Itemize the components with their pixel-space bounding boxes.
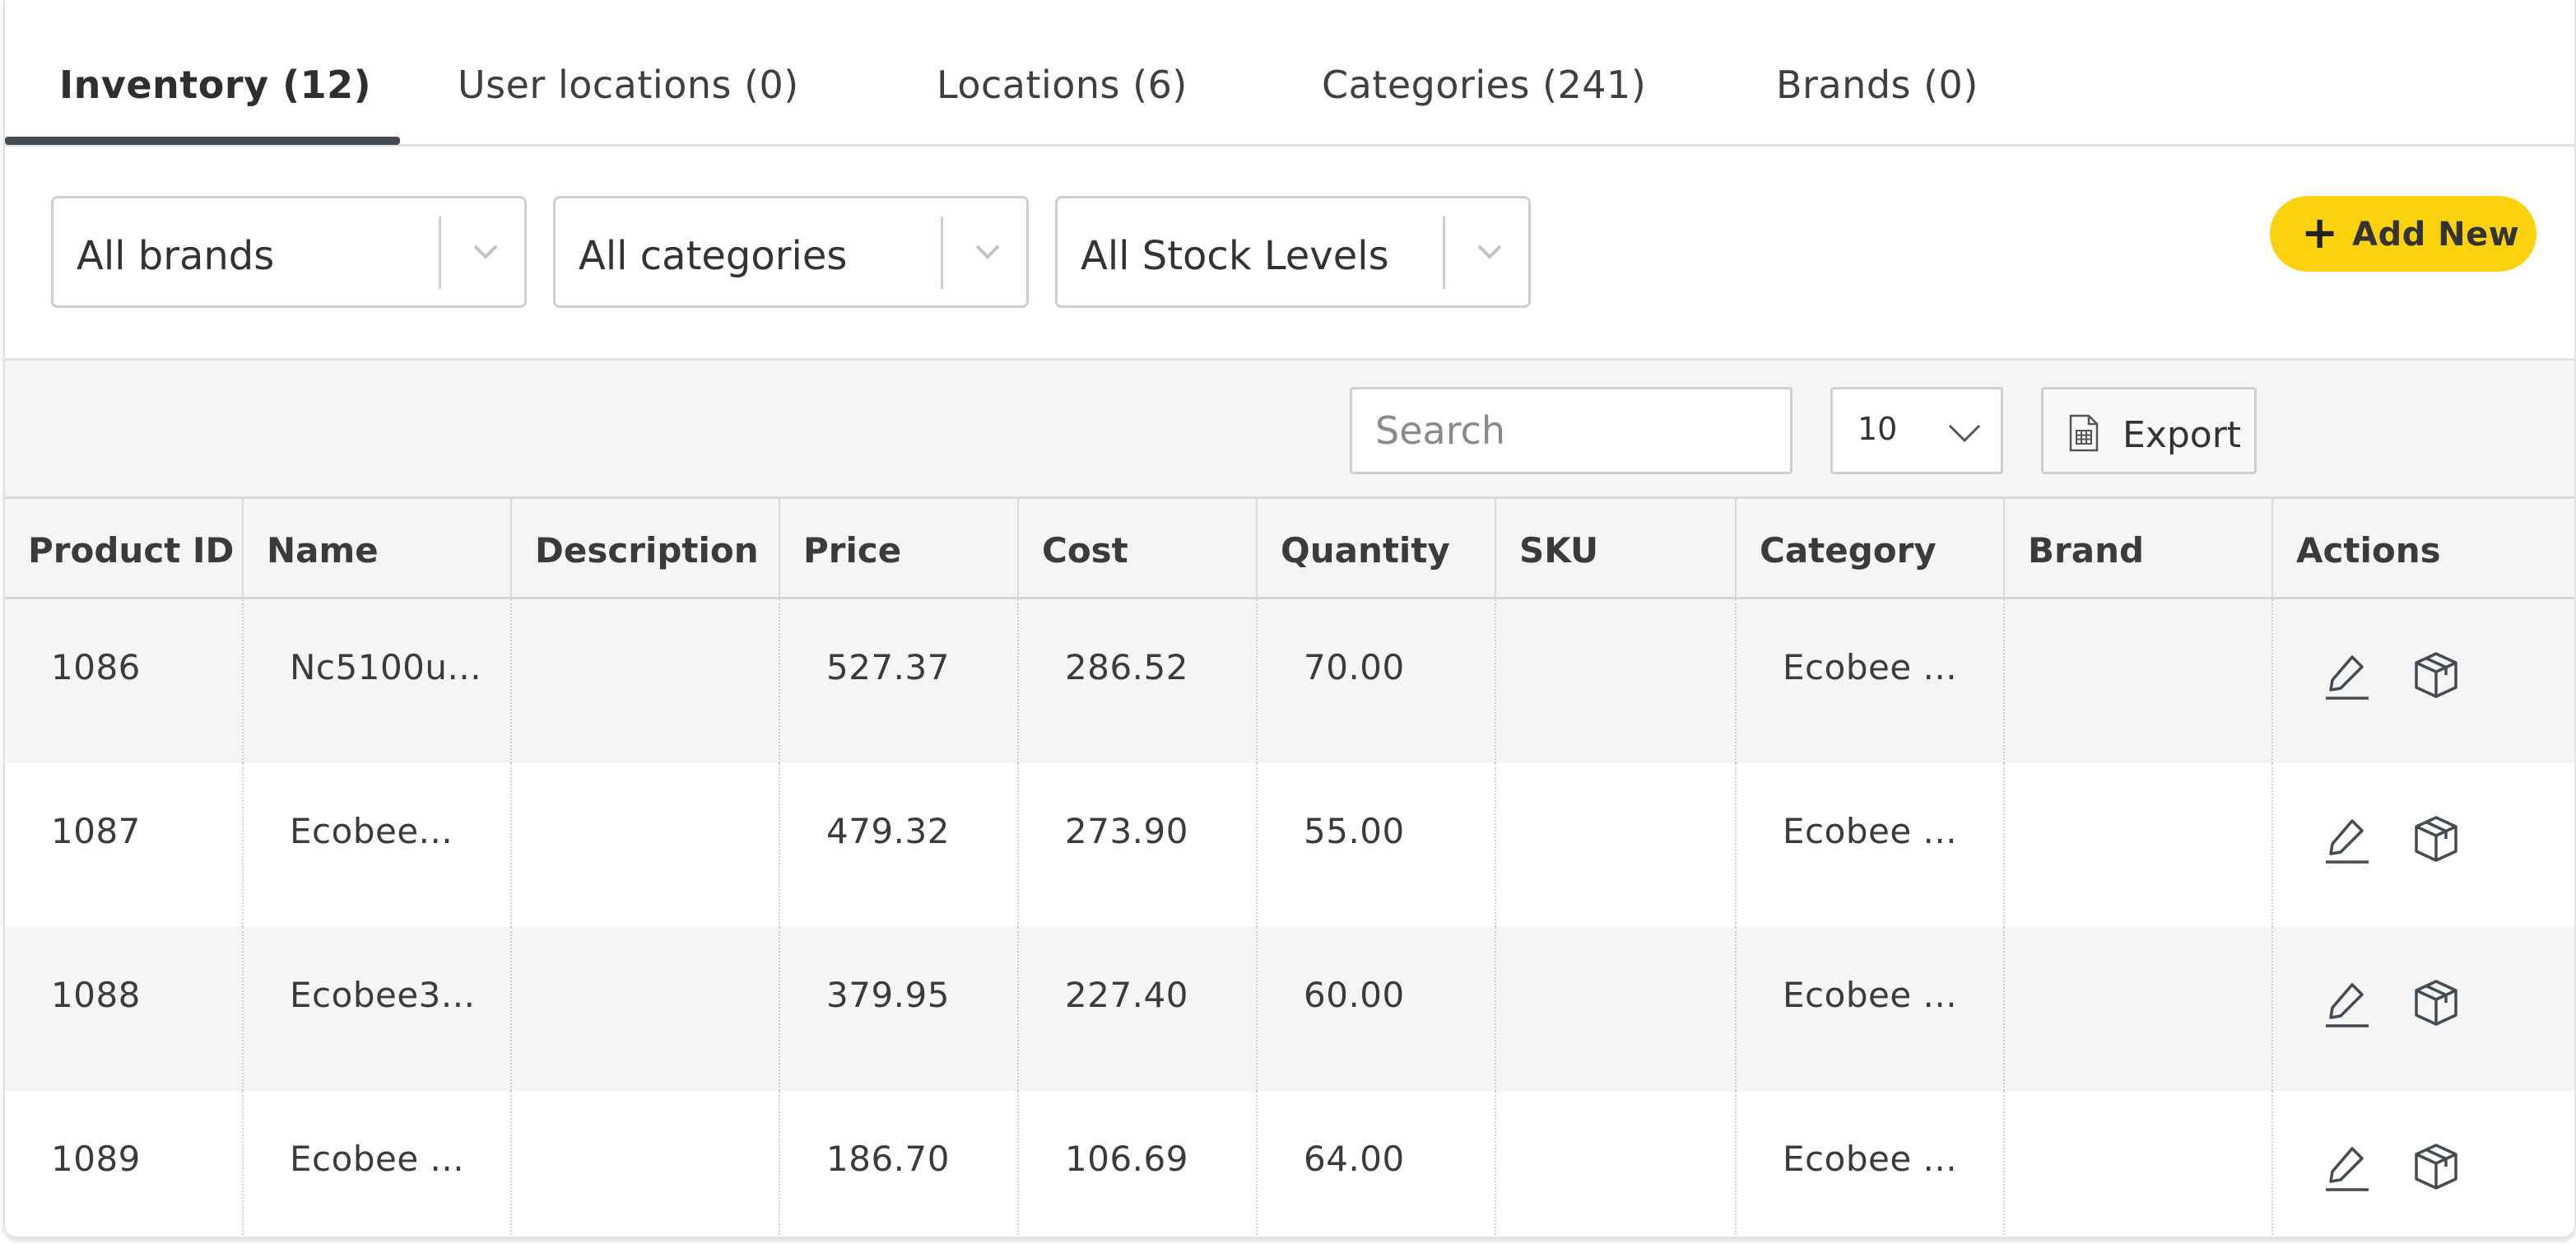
tab-brands[interactable]: Brands (0) [1776,63,1978,107]
stock-level-filter-value: All Stock Levels [1081,233,1389,279]
cell-price: 379.95 [780,927,1019,1091]
cell-quantity: 70.00 [1258,599,1496,763]
chevron-down-icon [1948,424,1981,443]
add-new-label: Add New [2352,216,2520,254]
table-row: 1089 Ecobee ... 186.70 106.69 64.00 Ecob… [5,1091,2574,1237]
cell-product-id: 1088 [5,927,244,1091]
page-size-select[interactable]: 10 [1830,387,2003,474]
cell-description [512,763,780,927]
column-header-sku[interactable]: SKU [1496,499,1737,599]
table-toolbar: 10 Export [5,361,2574,499]
cell-cost: 273.90 [1019,763,1258,927]
select-divider [439,217,441,289]
plus-icon: + [2301,207,2339,259]
pencil-icon[interactable] [2321,976,2374,1029]
cell-cost: 286.52 [1019,599,1258,763]
cell-cost: 227.40 [1019,927,1258,1091]
column-header-price[interactable]: Price [780,499,1019,599]
cell-description [512,1091,780,1237]
cell-category: Ecobee ... [1737,763,2005,927]
box-icon[interactable] [2410,649,2462,701]
box-icon[interactable] [2410,1140,2462,1193]
table-header: Product ID Name Description Price Cost Q… [5,499,2574,599]
cell-sku [1496,1091,1737,1237]
cell-product-id: 1089 [5,1091,244,1237]
table-row: 1087 Ecobee... 479.32 273.90 55.00 Ecobe… [5,763,2574,927]
cell-quantity: 60.00 [1258,927,1496,1091]
column-header-product-id[interactable]: Product ID [5,499,244,599]
cell-name: Ecobee3... [244,927,512,1091]
cell-brand [2005,763,2273,927]
column-header-cost[interactable]: Cost [1019,499,1258,599]
tab-locations[interactable]: Locations (6) [937,63,1188,107]
cell-name: Nc5100u... [244,599,512,763]
cell-name: Ecobee... [244,763,512,927]
brand-filter-select[interactable]: All brands [51,196,527,308]
stock-level-filter-select[interactable]: All Stock Levels [1055,196,1531,308]
column-header-actions: Actions [2296,530,2441,571]
cell-quantity: 55.00 [1258,763,1496,927]
box-icon[interactable] [2410,976,2462,1029]
brand-filter-value: All brands [77,233,275,279]
cell-name: Ecobee ... [244,1091,512,1237]
select-divider [1443,217,1445,289]
pencil-icon[interactable] [2321,649,2374,701]
page-size-value: 10 [1858,411,1898,447]
cell-cost: 106.69 [1019,1091,1258,1237]
cell-brand [2005,599,2273,763]
box-icon[interactable] [2410,813,2462,865]
cell-description [512,599,780,763]
cell-product-id: 1086 [5,599,244,763]
tab-user-locations[interactable]: User locations (0) [458,63,799,107]
cell-category: Ecobee ... [1737,1091,2005,1237]
tab-categories[interactable]: Categories (241) [1322,63,1646,107]
cell-sku [1496,599,1737,763]
add-new-button[interactable]: + Add New [2270,196,2536,272]
chevron-down-icon[interactable] [1469,231,1510,273]
cell-actions [2273,927,2574,1091]
cell-actions [2273,599,2574,763]
column-header-name[interactable]: Name [244,499,512,599]
cell-price: 527.37 [780,599,1019,763]
spreadsheet-file-icon [2069,414,2099,452]
select-divider [941,217,943,289]
category-filter-value: All categories [579,233,848,279]
inventory-panel: Inventory (12) User locations (0) Locati… [3,0,2576,1238]
chevron-down-icon[interactable] [967,231,1008,273]
table-row: 1086 Nc5100u... 527.37 286.52 70.00 Ecob… [5,599,2574,763]
cell-description [512,927,780,1091]
cell-quantity: 64.00 [1258,1091,1496,1237]
pencil-icon[interactable] [2321,1140,2374,1193]
cell-brand [2005,1091,2273,1237]
cell-sku [1496,763,1737,927]
cell-sku [1496,927,1737,1091]
cell-price: 186.70 [780,1091,1019,1237]
cell-category: Ecobee ... [1737,599,2005,763]
cell-actions [2273,1091,2574,1237]
column-header-category[interactable]: Category [1737,499,2005,599]
cell-category: Ecobee ... [1737,927,2005,1091]
active-tab-indicator [5,137,400,145]
search-input[interactable] [1350,387,1793,474]
export-button[interactable]: Export [2041,387,2257,474]
pencil-icon[interactable] [2321,813,2374,865]
column-header-quantity[interactable]: Quantity [1258,499,1496,599]
category-filter-select[interactable]: All categories [553,196,1029,308]
cell-brand [2005,927,2273,1091]
tab-bar: Inventory (12) User locations (0) Locati… [5,0,2574,147]
table-row: 1088 Ecobee3... 379.95 227.40 60.00 Ecob… [5,927,2574,1091]
export-label: Export [2123,414,2242,456]
chevron-down-icon[interactable] [465,231,506,273]
cell-price: 479.32 [780,763,1019,927]
column-header-brand[interactable]: Brand [2005,499,2273,599]
cell-actions [2273,763,2574,927]
tab-inventory[interactable]: Inventory (12) [59,63,371,107]
cell-product-id: 1087 [5,763,244,927]
column-header-description[interactable]: Description [512,499,780,599]
filter-bar: All brands All categories All Stock Leve… [5,147,2574,361]
